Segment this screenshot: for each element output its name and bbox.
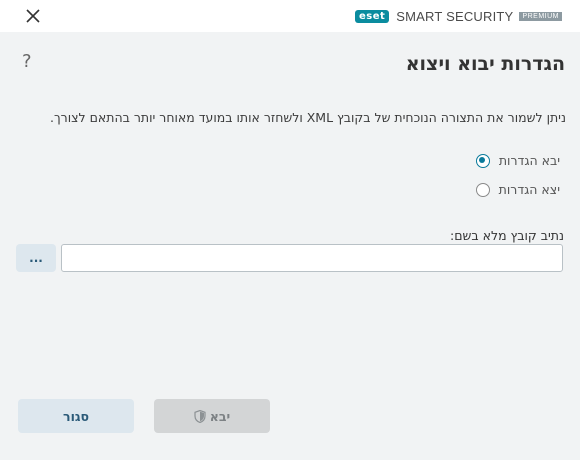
export-settings-label: יצא הגדרות <box>498 182 560 197</box>
import-settings-label: יבא הגדרות <box>498 153 560 168</box>
product-tier-badge: PREMIUM <box>519 11 562 21</box>
title-bar: eset SMART SECURITY PREMIUM <box>0 0 580 32</box>
eset-logo: eset <box>354 9 390 23</box>
import-settings-option[interactable]: יבא הגדרות <box>475 153 560 168</box>
description-text: ניתן לשמור את התצורה הנוכחית של בקובץ XM… <box>49 110 566 125</box>
product-name: SMART SECURITY <box>396 8 514 24</box>
import-button-label: יבא <box>209 408 231 424</box>
page-title: הגדרות יבוא ויצוא <box>405 53 565 75</box>
browse-button[interactable]: ... <box>16 244 56 272</box>
close-icon[interactable] <box>24 7 42 25</box>
shield-icon <box>194 409 206 423</box>
help-icon[interactable]: ? <box>22 51 32 72</box>
export-settings-radio[interactable] <box>475 182 490 197</box>
import-settings-radio[interactable] <box>475 153 490 168</box>
export-settings-option[interactable]: יצא הגדרות <box>475 182 560 197</box>
import-button: יבא <box>154 399 270 433</box>
brand: eset SMART SECURITY PREMIUM <box>354 8 562 24</box>
file-path-label: נתיב קובץ מלא בשם: <box>450 228 564 243</box>
file-path-input[interactable] <box>61 244 563 272</box>
close-button[interactable]: סגור <box>18 399 134 433</box>
